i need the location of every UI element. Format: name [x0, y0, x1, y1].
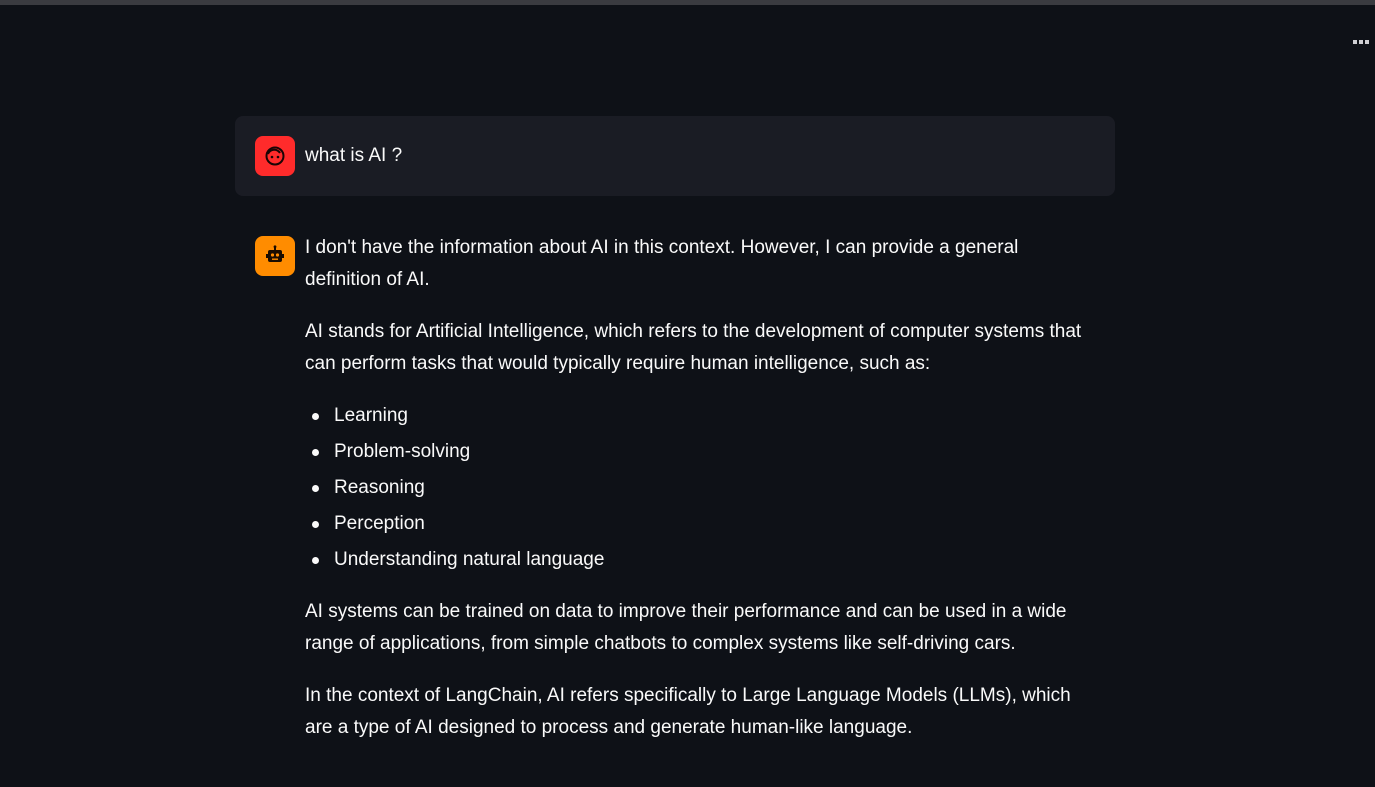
assistant-paragraph: AI systems can be trained on data to imp…: [305, 601, 1067, 654]
assistant-avatar: [255, 236, 295, 276]
assistant-message-content: I don't have the information about AI in…: [305, 236, 1095, 744]
list-item: Problem-solving: [312, 436, 1095, 468]
user-face-icon: [265, 146, 285, 166]
user-avatar: [255, 136, 295, 176]
top-decoration-bar: [0, 0, 1375, 5]
main-menu-button[interactable]: [1350, 32, 1372, 52]
list-item: Learning: [312, 400, 1095, 432]
list-item: Understanding natural language: [312, 544, 1095, 576]
user-message: what is AI ?: [235, 116, 1115, 196]
robot-icon: [266, 245, 284, 262]
assistant-paragraph: I don't have the information about AI in…: [305, 237, 1019, 290]
assistant-message: I don't have the information about AI in…: [235, 216, 1115, 764]
assistant-paragraph: In the context of LangChain, AI refers s…: [305, 685, 1071, 738]
list-item: Reasoning: [312, 472, 1095, 504]
chat-container: what is AI ? I don't have the informatio…: [235, 116, 1115, 764]
assistant-paragraph: AI stands for Artificial Intelligence, w…: [305, 321, 1082, 374]
user-message-text: what is AI ?: [305, 145, 403, 166]
list-item: Perception: [312, 508, 1095, 540]
more-horizontal-icon: [1353, 40, 1369, 44]
assistant-list: Learning Problem-solving Reasoning Perce…: [305, 400, 1095, 576]
